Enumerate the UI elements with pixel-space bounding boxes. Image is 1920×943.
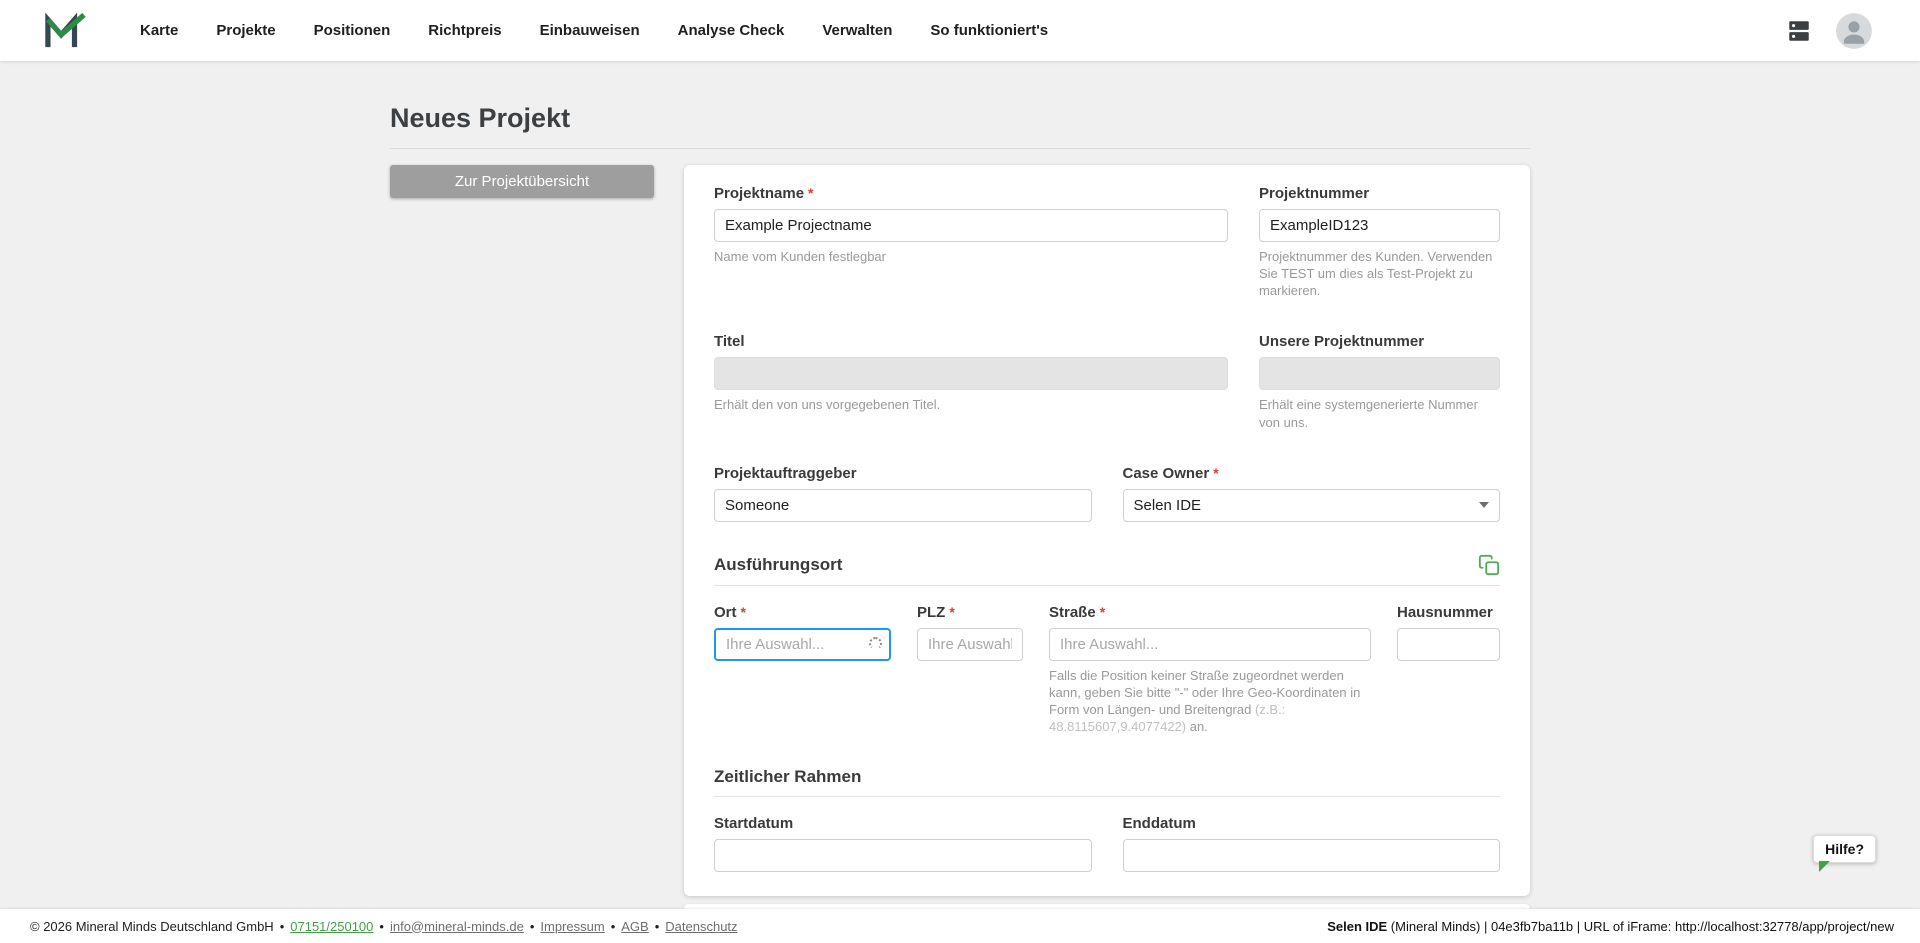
user-avatar[interactable] xyxy=(1836,13,1872,49)
datenschutz-link[interactable]: Datenschutz xyxy=(665,919,737,934)
hausnummer-input[interactable] xyxy=(1397,628,1500,661)
nav-item-verwalten[interactable]: Verwalten xyxy=(822,22,892,39)
navbar-right xyxy=(1784,13,1872,49)
projektnummer-input[interactable] xyxy=(1259,209,1500,242)
footer-session-info: (Mineral Minds) | 04e3fb7ba11b | URL of … xyxy=(1387,919,1894,934)
titel-helper: Erhält den von uns vorgegebenen Titel. xyxy=(714,396,1228,413)
projektname-label: Projektname* xyxy=(714,185,1228,202)
ort-label: Ort* xyxy=(714,604,891,621)
projektauftraggeber-input[interactable] xyxy=(714,489,1092,522)
projektname-input[interactable] xyxy=(714,209,1228,242)
nav-item-positionen[interactable]: Positionen xyxy=(314,22,391,39)
main-navigation: Karte Projekte Positionen Richtpreis Ein… xyxy=(140,22,1048,39)
mineral-minds-logo[interactable] xyxy=(44,12,86,50)
phone-link[interactable]: 07151/250100 xyxy=(290,919,373,934)
required-asterisk: * xyxy=(1213,465,1218,481)
help-button[interactable]: Hilfe? xyxy=(1813,835,1876,863)
plz-label: PLZ* xyxy=(917,604,1023,621)
section-title-zeitlicher-rahmen: Zeitlicher Rahmen xyxy=(714,767,861,787)
required-asterisk: * xyxy=(949,604,954,620)
required-asterisk: * xyxy=(1100,604,1105,620)
projektnummer-helper: Projektnummer des Kunden. Verwenden Sie … xyxy=(1259,248,1500,299)
copyright-text: © 2026 Mineral Minds Deutschland GmbH xyxy=(30,919,274,934)
unsere-projektnummer-label: Unsere Projektnummer xyxy=(1259,333,1500,350)
main-content: Neues Projekt Zur Projektübersicht Proje… xyxy=(0,61,1920,909)
nav-item-projekte[interactable]: Projekte xyxy=(216,22,275,39)
nav-item-so-funktionierts[interactable]: So funktioniert's xyxy=(930,22,1048,39)
startdatum-label: Startdatum xyxy=(714,815,1092,832)
case-owner-selected-value: Selen IDE xyxy=(1134,497,1202,514)
unsere-projektnummer-input xyxy=(1259,357,1500,390)
required-asterisk: * xyxy=(808,185,813,201)
case-owner-select[interactable]: Selen IDE xyxy=(1123,489,1501,522)
ort-input[interactable] xyxy=(714,628,891,661)
back-to-project-overview-button[interactable]: Zur Projektübersicht xyxy=(390,165,654,198)
enddatum-label: Enddatum xyxy=(1123,815,1501,832)
startdatum-input[interactable] xyxy=(714,839,1092,872)
strasse-label: Straße* xyxy=(1049,604,1371,621)
hausnummer-label: Hausnummer xyxy=(1397,604,1500,621)
chevron-down-icon xyxy=(1479,502,1489,508)
page-title: Neues Projekt xyxy=(390,103,1530,149)
required-asterisk: * xyxy=(741,604,746,620)
nav-item-richtpreis[interactable]: Richtpreis xyxy=(428,22,501,39)
footer-status: Selen IDE (Mineral Minds) | 04e3fb7ba11b… xyxy=(1327,919,1894,934)
server-icon[interactable] xyxy=(1784,18,1814,44)
top-navbar: Karte Projekte Positionen Richtpreis Ein… xyxy=(0,0,1920,61)
projektnummer-label: Projektnummer xyxy=(1259,185,1500,202)
copy-icon[interactable] xyxy=(1478,554,1500,576)
footer-left: © 2026 Mineral Minds Deutschland GmbH • … xyxy=(30,919,738,934)
titel-label: Titel xyxy=(714,333,1228,350)
case-owner-label: Case Owner* xyxy=(1123,465,1501,482)
plz-input[interactable] xyxy=(917,628,1023,661)
email-link[interactable]: info@mineral-minds.de xyxy=(390,919,524,934)
new-project-form-card: Projektname* Name vom Kunden festlegbar … xyxy=(684,165,1530,896)
strasse-input[interactable] xyxy=(1049,628,1371,661)
help-button-label: Hilfe? xyxy=(1825,841,1864,857)
impressum-link[interactable]: Impressum xyxy=(540,919,604,934)
projektauftraggeber-label: Projektauftraggeber xyxy=(714,465,1092,482)
strasse-helper: Falls die Position keiner Straße zugeord… xyxy=(1049,667,1371,736)
footer-user: Selen IDE xyxy=(1327,919,1387,934)
titel-input xyxy=(714,357,1228,390)
section-title-ausfuehrungsort: Ausführungsort xyxy=(714,555,842,575)
nav-item-analyse-check[interactable]: Analyse Check xyxy=(678,22,785,39)
enddatum-input[interactable] xyxy=(1123,839,1501,872)
projektname-helper: Name vom Kunden festlegbar xyxy=(714,248,1228,265)
nav-item-karte[interactable]: Karte xyxy=(140,22,178,39)
unsere-projektnummer-helper: Erhält eine systemgenerierte Nummer von … xyxy=(1259,396,1500,430)
agb-link[interactable]: AGB xyxy=(621,919,648,934)
footer: © 2026 Mineral Minds Deutschland GmbH • … xyxy=(0,909,1920,943)
nav-item-einbauweisen[interactable]: Einbauweisen xyxy=(540,22,640,39)
